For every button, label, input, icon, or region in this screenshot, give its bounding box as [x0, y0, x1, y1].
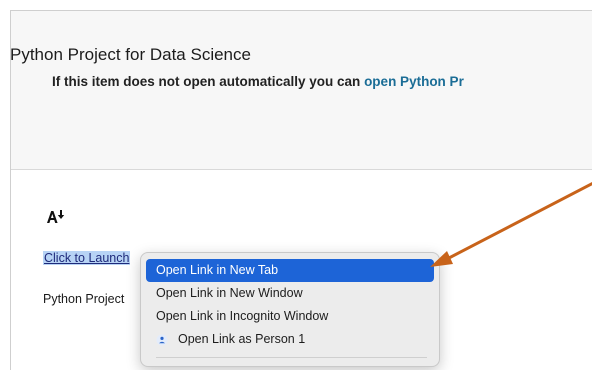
- open-item-link[interactable]: open Python Pr: [364, 74, 464, 89]
- menu-item-label: Open Link as Person 1: [178, 332, 306, 346]
- menu-item-label: Open Link in New Window: [156, 286, 303, 300]
- text-size-icon[interactable]: [46, 209, 66, 225]
- context-menu: Open Link in New Tab Open Link in New Wi…: [140, 252, 440, 367]
- menu-item-open-as-person[interactable]: Open Link as Person 1: [146, 328, 434, 351]
- menu-item-open-new-window[interactable]: Open Link in New Window: [146, 282, 434, 305]
- project-label: Python Project: [43, 292, 125, 306]
- menu-item-label: Open Link in New Tab: [156, 263, 279, 277]
- menu-separator: [156, 357, 427, 358]
- auto-open-note: If this item does not open automatically…: [52, 74, 464, 89]
- person-icon: [156, 334, 168, 345]
- menu-item-open-incognito[interactable]: Open Link in Incognito Window: [146, 305, 434, 328]
- launch-link[interactable]: Click to Launch: [43, 251, 131, 265]
- header-band: [11, 11, 592, 170]
- menu-item-label: Open Link in Incognito Window: [156, 309, 329, 323]
- menu-item-open-new-tab[interactable]: Open Link in New Tab: [146, 259, 434, 282]
- auto-open-prefix: If this item does not open automatically…: [52, 74, 365, 89]
- page-title: Python Project for Data Science: [10, 45, 251, 64]
